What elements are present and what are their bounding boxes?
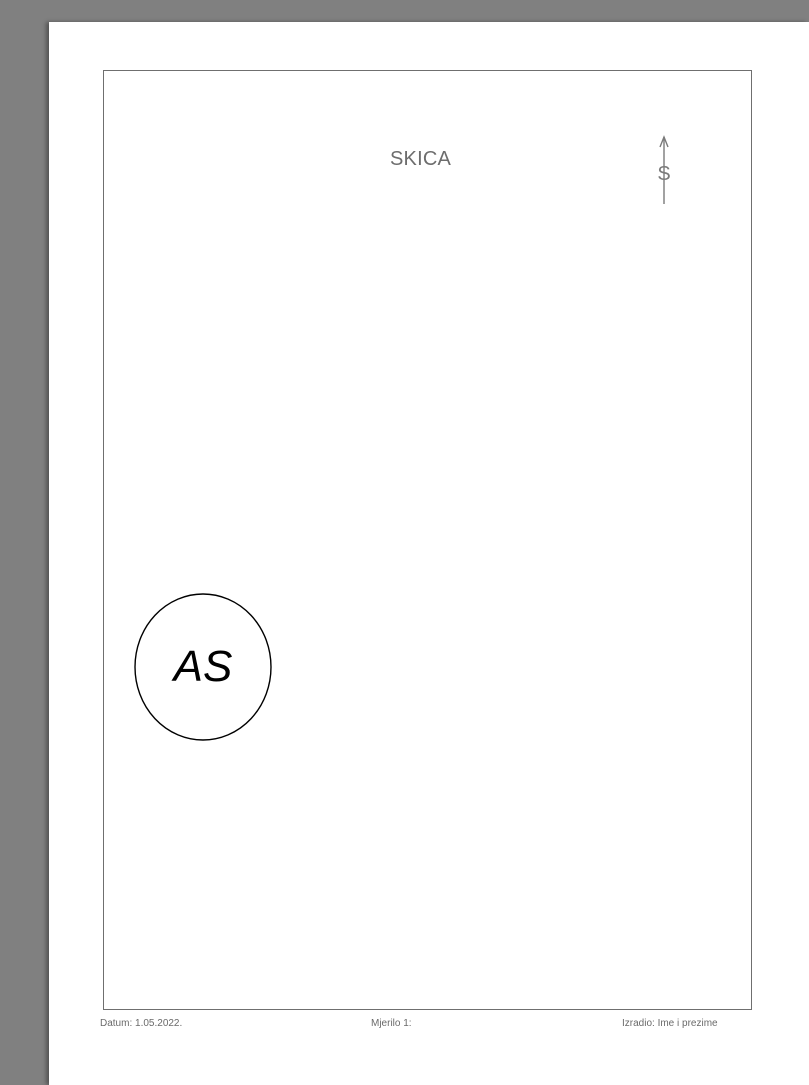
author-stamp: AS bbox=[133, 592, 273, 742]
footer-date: Datum: 1.05.2022. bbox=[100, 1018, 183, 1029]
document-page: SKICA S AS Datum: 1.05.2022. Mjerilo 1: … bbox=[49, 22, 809, 1085]
footer-author: Izradio: Ime i prezime bbox=[622, 1018, 718, 1029]
stamp-initials: AS bbox=[173, 642, 233, 691]
document-viewer: SKICA S AS Datum: 1.05.2022. Mjerilo 1: … bbox=[0, 0, 809, 1085]
footer-scale: Mjerilo 1: bbox=[371, 1018, 412, 1029]
drawing-frame bbox=[103, 70, 752, 1010]
north-arrow-icon: S bbox=[657, 135, 671, 204]
page-title: SKICA bbox=[390, 148, 452, 170]
north-arrow-label: S bbox=[657, 163, 670, 185]
